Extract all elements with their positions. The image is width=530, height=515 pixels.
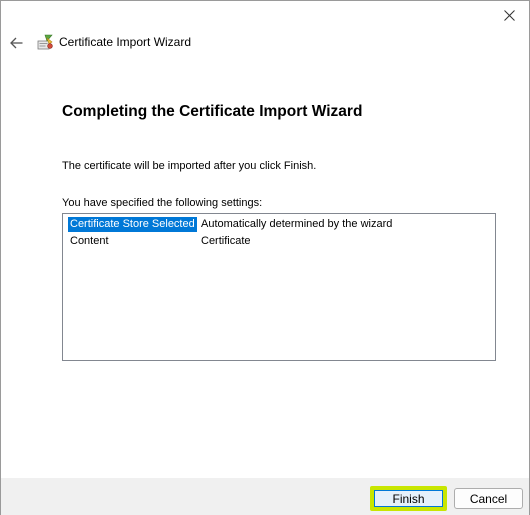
wizard-title: Certificate Import Wizard [59,35,192,49]
intro-text: The certificate will be imported after y… [62,160,317,172]
wizard-footer: Finish Cancel [1,478,529,515]
close-icon [503,9,515,21]
settings-value-cell: Certificate [201,235,251,247]
finish-button-label: Finish [374,490,443,507]
back-button[interactable] [8,33,24,53]
close-button[interactable] [489,1,529,29]
settings-label: You have specified the following setting… [62,197,263,209]
page-heading: Completing the Certificate Import Wizard [62,103,363,120]
back-arrow-icon [9,37,22,49]
settings-value-cell: Automatically determined by the wizard [201,218,393,230]
settings-key-cell[interactable]: Certificate Store Selected [68,217,197,232]
settings-key-cell[interactable]: Content [68,234,111,249]
cancel-button[interactable]: Cancel [454,488,523,509]
certificate-wizard-icon [37,34,53,50]
finish-button[interactable]: Finish [370,486,447,511]
certificate-import-wizard-window: Certificate Import Wizard Completing the… [0,0,530,515]
settings-list[interactable]: Certificate Store Selected Automatically… [62,213,496,361]
